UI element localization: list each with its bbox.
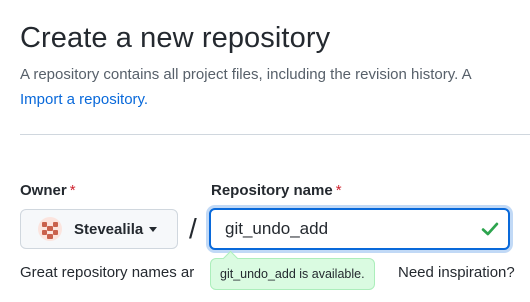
repository-name-field[interactable] [209, 208, 510, 250]
owner-select-button[interactable]: Stevealila [20, 209, 178, 249]
repository-name-input[interactable] [225, 210, 465, 248]
check-icon [481, 222, 499, 236]
owner-label-text: Owner [20, 182, 67, 199]
need-inspiration-text: Need inspiration? [398, 264, 515, 281]
owner-name: Stevealila [74, 220, 144, 238]
availability-tooltip: git_undo_add is available. [210, 258, 375, 290]
repository-name-required-marker: * [335, 182, 342, 199]
owner-required-marker: * [69, 182, 76, 199]
page-title: Create a new repository [20, 22, 331, 54]
import-repository-link[interactable]: Import a repository. [20, 91, 148, 108]
repository-name-label: Repository name * [211, 182, 342, 199]
repository-name-label-text: Repository name [211, 182, 333, 199]
page-description: A repository contains all project files,… [20, 66, 472, 83]
caret-down-icon [149, 226, 158, 232]
divider [20, 134, 530, 135]
identicon-avatar [38, 217, 62, 241]
repository-name-hint: Great repository names ar [20, 264, 195, 281]
owner-label: Owner * [20, 182, 76, 199]
availability-message: git_undo_add is available. [220, 267, 365, 281]
owner-repo-separator: / [189, 213, 197, 244]
